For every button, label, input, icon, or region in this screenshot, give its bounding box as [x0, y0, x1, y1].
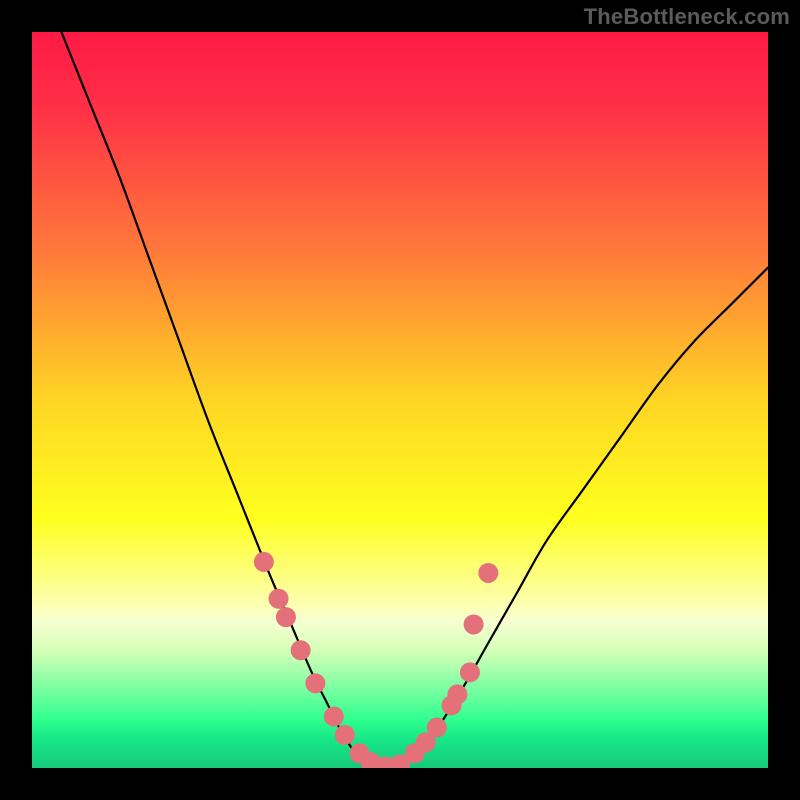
plot-area	[32, 32, 768, 768]
highlight-dot	[269, 589, 289, 609]
highlight-dot	[324, 706, 344, 726]
highlight-dot	[276, 607, 296, 627]
highlight-dot	[460, 662, 480, 682]
watermark-text: TheBottleneck.com	[584, 4, 790, 30]
gradient-background	[32, 32, 768, 768]
highlight-dot	[464, 614, 484, 634]
highlight-dot	[427, 718, 447, 738]
highlight-dot	[254, 552, 274, 572]
chart-svg	[32, 32, 768, 768]
chart-frame: TheBottleneck.com	[0, 0, 800, 800]
highlight-dot	[291, 640, 311, 660]
highlight-dot	[447, 684, 467, 704]
highlight-dot	[335, 725, 355, 745]
highlight-dot	[478, 563, 498, 583]
highlight-dot	[305, 673, 325, 693]
